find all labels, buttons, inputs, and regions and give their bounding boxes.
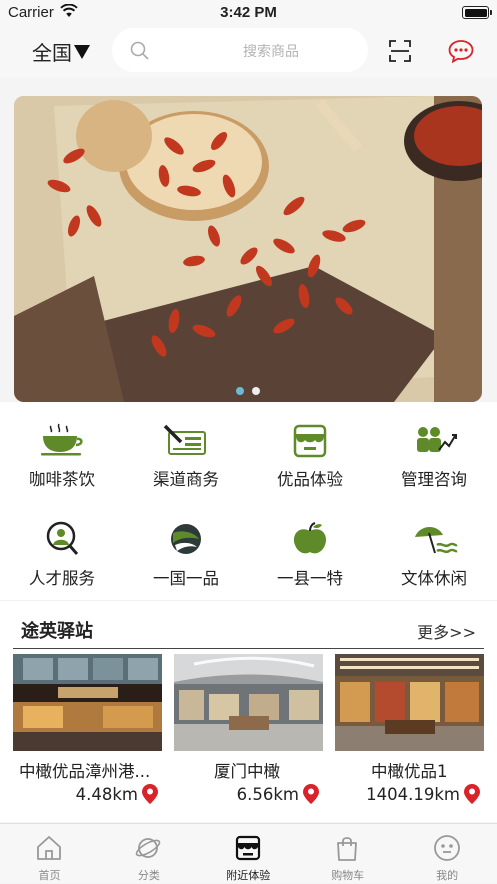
location-pin-icon bbox=[142, 784, 158, 804]
tab-label: 我的 bbox=[436, 869, 459, 882]
tab-category[interactable]: 分类 bbox=[99, 824, 198, 884]
tab-label: 附近体验 bbox=[226, 869, 271, 882]
store-icon bbox=[293, 424, 327, 458]
tab-label: 购物车 bbox=[331, 869, 365, 882]
category-talent-service[interactable]: 人才服务 bbox=[0, 501, 124, 600]
leisure-icon bbox=[415, 526, 458, 554]
nearby-store-icon bbox=[235, 835, 260, 861]
section-title: 途英驿站 bbox=[21, 621, 93, 642]
status-bar: Carrier 3:42 PM bbox=[0, 0, 497, 26]
carousel-dot[interactable] bbox=[236, 387, 244, 395]
tab-cart[interactable]: 购物车 bbox=[298, 824, 397, 884]
tab-label: 首页 bbox=[38, 869, 61, 882]
category-one-county-one-specialty[interactable]: 一县一特 bbox=[248, 501, 372, 600]
category-channel-business[interactable]: 渠道商务 bbox=[124, 402, 248, 501]
store-distance: 6.56km bbox=[237, 784, 319, 804]
tab-label: 分类 bbox=[137, 869, 160, 882]
category-management-consulting[interactable]: 管理咨询 bbox=[372, 402, 496, 501]
store-name: 中橄优品1 bbox=[371, 762, 448, 781]
store-card[interactable]: 中橄优品漳州港... 4.48km bbox=[13, 654, 162, 804]
section-divider bbox=[13, 648, 484, 649]
shopping-bag-icon bbox=[337, 837, 358, 861]
category-planet-icon bbox=[136, 838, 161, 858]
promo-banner[interactable] bbox=[14, 96, 482, 402]
category-label: 优品体验 bbox=[277, 470, 343, 489]
globe-icon bbox=[171, 524, 201, 554]
location-pin-icon bbox=[464, 784, 480, 804]
distance-value: 6.56km bbox=[236, 785, 299, 804]
store-name: 厦门中橄 bbox=[214, 762, 280, 781]
carousel-dot[interactable] bbox=[252, 387, 260, 395]
business-card-icon bbox=[163, 424, 206, 455]
apple-icon bbox=[293, 522, 327, 554]
clock: 3:42 PM bbox=[220, 4, 277, 21]
bottom-tab-bar: 首页 分类 附近体验 购物车 我的 bbox=[0, 823, 497, 883]
banner-image bbox=[14, 96, 482, 402]
profile-face-icon bbox=[433, 835, 460, 861]
home-icon bbox=[37, 836, 61, 860]
category-label: 人才服务 bbox=[29, 569, 95, 588]
tab-profile[interactable]: 我的 bbox=[398, 824, 497, 884]
category-label: 一国一品 bbox=[153, 569, 219, 588]
category-label: 咖啡茶饮 bbox=[29, 470, 95, 489]
category-label: 文体休闲 bbox=[401, 569, 467, 588]
store-photo bbox=[174, 654, 323, 751]
distance-value: 1404.19km bbox=[366, 785, 460, 804]
battery-icon bbox=[462, 6, 492, 19]
store-name: 中橄优品漳州港... bbox=[19, 762, 151, 781]
store-card[interactable]: 中橄优品1 1404.19km bbox=[335, 654, 484, 804]
category-label: 一县一特 bbox=[277, 569, 343, 588]
category-one-country-one-product[interactable]: 一国一品 bbox=[124, 501, 248, 600]
consulting-icon bbox=[417, 427, 457, 452]
top-header: 全国 搜索商品 bbox=[0, 26, 497, 78]
category-premium-experience[interactable]: 优品体验 bbox=[248, 402, 372, 501]
scan-icon[interactable] bbox=[389, 40, 411, 62]
coffee-cup-icon bbox=[41, 423, 83, 456]
category-coffee-tea[interactable]: 咖啡茶饮 bbox=[0, 402, 124, 501]
category-label: 管理咨询 bbox=[401, 470, 467, 489]
tab-nearby[interactable]: 附近体验 bbox=[199, 824, 298, 884]
distance-value: 4.48km bbox=[75, 785, 138, 804]
dropdown-arrow-icon bbox=[74, 45, 90, 59]
search-placeholder: 搜索商品 bbox=[243, 44, 299, 60]
talent-search-icon bbox=[46, 521, 79, 555]
more-link[interactable]: 更多>> bbox=[417, 619, 476, 643]
store-photo bbox=[335, 654, 484, 751]
region-label: 全国 bbox=[32, 41, 72, 65]
region-selector[interactable]: 全国 bbox=[32, 37, 90, 66]
category-label: 渠道商务 bbox=[153, 470, 219, 489]
store-photo bbox=[13, 654, 162, 751]
station-section: 途英驿站 更多>> 中橄优品漳州港... 4.48km 厦门中橄 6.56km … bbox=[0, 600, 497, 822]
category-sports-leisure[interactable]: 文体休闲 bbox=[372, 501, 496, 600]
store-distance: 4.48km bbox=[76, 784, 158, 804]
location-pin-icon bbox=[303, 784, 319, 804]
store-card[interactable]: 厦门中橄 6.56km bbox=[174, 654, 323, 804]
store-distance: 1404.19km bbox=[366, 784, 480, 804]
category-grid: 咖啡茶饮 渠道商务 优品体验 管理咨询 人才服务 一国一品 一县一特 文体休闲 bbox=[0, 402, 497, 600]
tab-home[interactable]: 首页 bbox=[0, 824, 99, 884]
carousel-indicator[interactable] bbox=[14, 380, 482, 399]
search-bar[interactable]: 搜索商品 bbox=[112, 28, 368, 72]
message-icon[interactable] bbox=[448, 39, 474, 63]
